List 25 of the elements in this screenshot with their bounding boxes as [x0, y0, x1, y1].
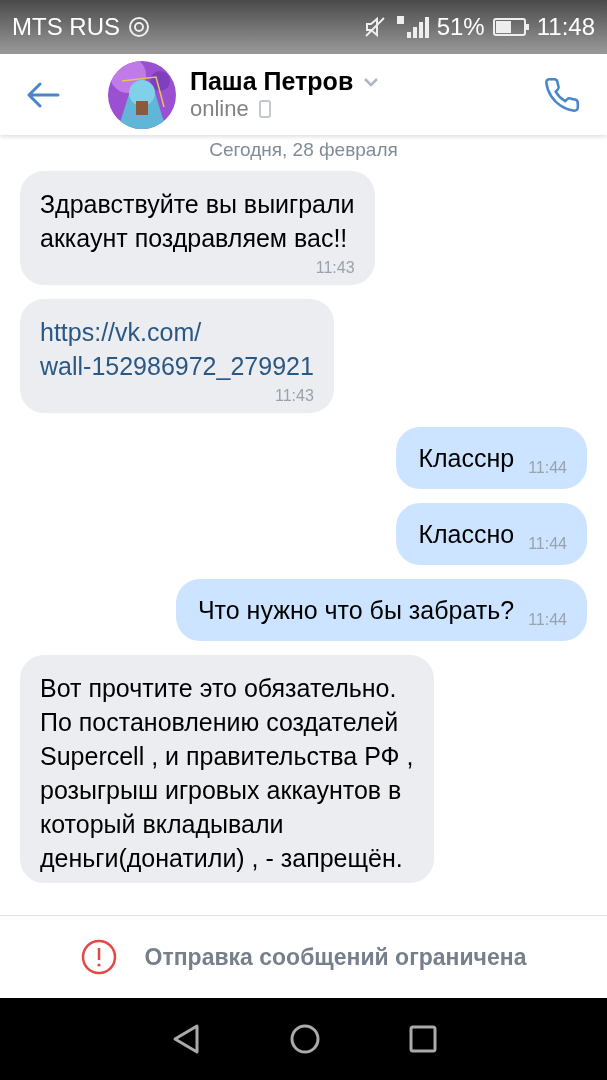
battery-percent: 51%: [436, 13, 485, 41]
online-status: online: [190, 96, 249, 122]
contact-name[interactable]: Паша Петров: [190, 67, 354, 96]
message-time: 11:43: [275, 387, 314, 405]
battery-icon: [492, 18, 529, 36]
phone-device-icon: [258, 100, 271, 118]
recents-nav-icon[interactable]: [408, 1025, 437, 1053]
message-time: 11:43: [315, 259, 355, 277]
message-link[interactable]: https://vk.com/ wall-152986972_279921: [40, 315, 314, 383]
date-divider: Сегодня, 28 февраля: [208, 139, 399, 161]
carrier-name: MTS RUS: [12, 13, 120, 41]
clock: 11:48: [536, 13, 595, 41]
message-time: 11:44: [528, 459, 567, 477]
message-text: Класснр: [418, 443, 515, 474]
home-nav-icon[interactable]: [288, 1023, 321, 1055]
message-text: Классно: [418, 519, 515, 550]
message-text: Что нужно что бы забрать?: [197, 595, 515, 626]
message-time: 11:44: [528, 535, 567, 553]
hotspot-icon: [128, 16, 150, 38]
warning-icon: [80, 939, 117, 975]
message-text: Вот прочтите это обязательно. По постановлению создателей Supercell , и правительства РФ , розыгрыш игровых аккаунтов в который вкладывали деньги(донатили) , - запрещён.: [40, 673, 414, 874]
restriction-notice: Отправка сообщений ограничена: [144, 943, 527, 971]
message-time: 11:44: [528, 611, 567, 629]
signal-icon: [394, 14, 429, 40]
message-text: Здравствуйте вы выиграли аккаунт поздравляем вас!!: [40, 189, 355, 254]
